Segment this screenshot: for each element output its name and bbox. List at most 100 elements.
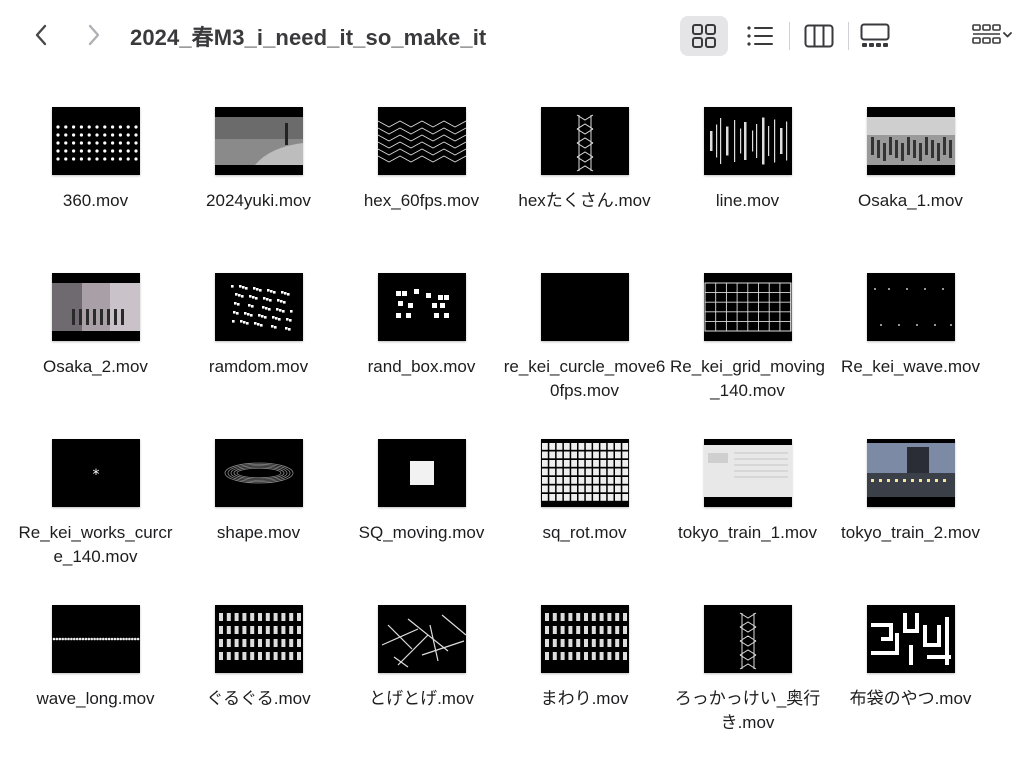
file-item[interactable]: line.mov [666, 96, 829, 256]
thumbnail-frame [867, 273, 955, 341]
file-item[interactable]: 360.mov [14, 96, 177, 256]
video-thumbnail-icon [703, 106, 793, 176]
file-name-label: まわり.mov [540, 689, 629, 708]
video-thumbnail-icon [214, 438, 304, 508]
thumbnail-frame [378, 439, 466, 507]
file-name-label: line.mov [715, 191, 780, 210]
file-name-label: Re_kei_wave.mov [841, 357, 980, 376]
file-item[interactable]: まわり.mov [503, 594, 666, 754]
thumbnail-frame [378, 605, 466, 673]
thumbnail-frame [704, 439, 792, 507]
file-item[interactable]: Re_kei_wave.mov [829, 262, 992, 422]
file-name-label: hexたくさん.mov [518, 191, 651, 210]
list-view-button[interactable] [738, 16, 782, 56]
file-name-label: ろっかっけい_奥行き.mov [674, 689, 821, 732]
video-thumbnail-icon [866, 438, 956, 508]
video-thumbnail-icon [703, 438, 793, 508]
thumbnail-frame: * [52, 439, 140, 507]
file-item[interactable]: ramdom.mov [177, 262, 340, 422]
file-name-label: Osaka_1.mov [858, 191, 963, 210]
window-title: 2024_春M3_i_need_it_so_make_it [130, 25, 487, 50]
video-thumbnail-icon [703, 272, 793, 342]
thumbnail-frame [52, 107, 140, 175]
toolbar-separator [848, 22, 849, 50]
thumbnail-frame [867, 605, 955, 673]
thumbnail-frame [704, 605, 792, 673]
thumbnail-frame [704, 107, 792, 175]
file-item[interactable]: hex_60fps.mov [340, 96, 503, 256]
file-item[interactable]: Re_kei_grid_moving_140.mov [666, 262, 829, 422]
video-thumbnail-icon [377, 106, 467, 176]
video-thumbnail-icon [51, 604, 141, 674]
thumbnail-frame [378, 273, 466, 341]
file-name-label: re_kei_curcle_move60fps.mov [503, 357, 666, 400]
list-view-icon [747, 26, 773, 46]
file-item[interactable]: Osaka_2.mov [14, 262, 177, 422]
file-name-label: 2024yuki.mov [206, 191, 311, 210]
file-name-label: tokyo_train_2.mov [841, 523, 980, 542]
file-name-label: hex_60fps.mov [363, 191, 480, 210]
file-item[interactable]: sq_rot.mov [503, 428, 666, 588]
file-name-label: ぐるぐる.mov [206, 689, 311, 708]
column-view-button[interactable] [797, 16, 841, 56]
file-item[interactable]: tokyo_train_1.mov [666, 428, 829, 588]
video-thumbnail-icon [866, 106, 956, 176]
file-item[interactable]: hexたくさん.mov [503, 96, 666, 256]
column-view-icon [804, 24, 834, 48]
thumbnail-frame [541, 605, 629, 673]
file-item[interactable]: Osaka_1.mov [829, 96, 992, 256]
video-thumbnail-icon [214, 106, 304, 176]
video-thumbnail-icon [540, 604, 630, 674]
thumbnail-frame [215, 605, 303, 673]
file-item[interactable]: ろっかっけい_奥行き.mov [666, 594, 829, 754]
file-item[interactable]: shape.mov [177, 428, 340, 588]
toolbar: 2024_春M3_i_need_it_so_make_it [0, 0, 1024, 70]
file-item[interactable]: SQ_moving.mov [340, 428, 503, 588]
chevron-right-icon [88, 24, 100, 46]
file-item[interactable]: とげとげ.mov [340, 594, 503, 754]
file-name-label: wave_long.mov [36, 689, 155, 708]
thumbnail-frame [541, 107, 629, 175]
file-item[interactable]: 2024yuki.mov [177, 96, 340, 256]
file-name-label: rand_box.mov [367, 357, 476, 376]
thumbnail-frame [867, 107, 955, 175]
forward-button[interactable] [80, 18, 108, 52]
video-thumbnail-icon [540, 272, 630, 342]
gallery-view-icon [860, 23, 890, 47]
file-name-label: 布袋のやつ.mov [849, 689, 972, 708]
thumbnail-frame [52, 273, 140, 341]
video-thumbnail-icon [51, 106, 141, 176]
file-name-label: shape.mov [216, 523, 301, 542]
file-name-label: 360.mov [62, 191, 129, 210]
file-name-label: tokyo_train_1.mov [678, 523, 817, 542]
video-thumbnail-icon [866, 604, 956, 674]
file-item[interactable]: re_kei_curcle_move60fps.mov [503, 262, 666, 422]
file-item[interactable]: 布袋のやつ.mov [829, 594, 992, 754]
video-thumbnail-icon [703, 604, 793, 674]
video-thumbnail-icon [214, 272, 304, 342]
thumbnail-frame [52, 605, 140, 673]
chevron-left-icon [35, 24, 47, 46]
icon-view-button[interactable] [680, 16, 728, 56]
file-item[interactable]: ぐるぐる.mov [177, 594, 340, 754]
group-by-icon [972, 24, 1012, 44]
icon-view-grid-icon [692, 24, 716, 48]
thumbnail-frame [215, 107, 303, 175]
file-item[interactable]: wave_long.mov [14, 594, 177, 754]
group-by-button[interactable] [964, 16, 1020, 56]
file-name-label: とげとげ.mov [369, 689, 474, 708]
thumbnail-frame [215, 273, 303, 341]
thumbnail-frame [378, 107, 466, 175]
gallery-view-button[interactable] [856, 16, 894, 56]
back-button[interactable] [27, 18, 55, 52]
file-item[interactable]: rand_box.mov [340, 262, 503, 422]
toolbar-separator [789, 22, 790, 50]
file-item[interactable]: * Re_kei_works_curcre_140.mov [14, 428, 177, 588]
file-name-label: ramdom.mov [208, 357, 309, 376]
file-name-label: sq_rot.mov [542, 523, 627, 542]
thumbnail-frame [541, 273, 629, 341]
video-thumbnail-icon [377, 272, 467, 342]
video-thumbnail-icon [51, 272, 141, 342]
file-item[interactable]: tokyo_train_2.mov [829, 428, 992, 588]
thumbnail-frame [215, 439, 303, 507]
